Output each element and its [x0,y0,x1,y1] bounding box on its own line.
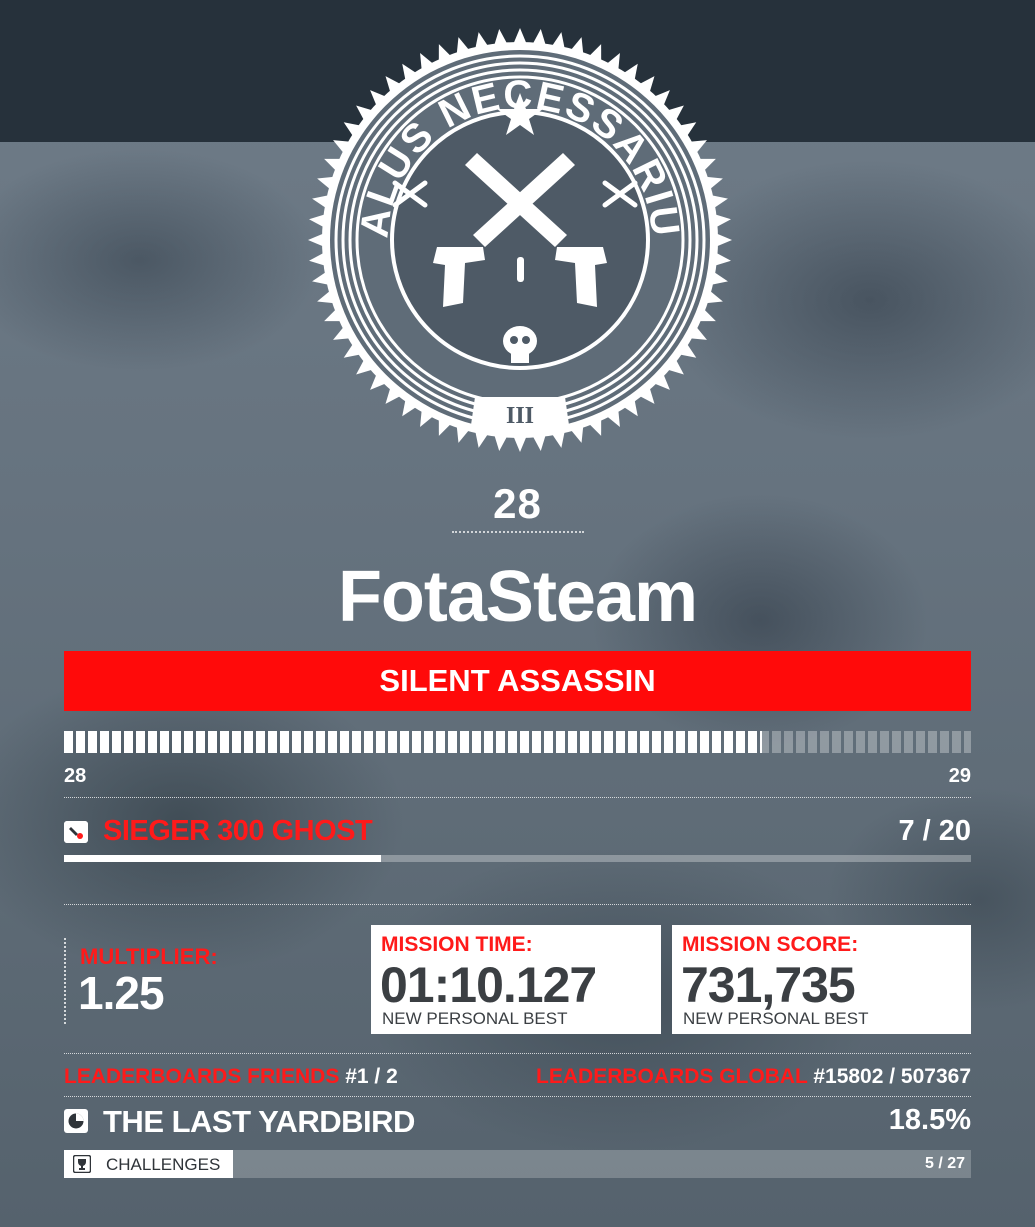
divider [64,797,971,798]
xp-progress-bar [64,731,971,753]
challenges-label: CHALLENGES [106,1155,221,1174]
multiplier-border [64,938,66,1024]
emblem-numeral: III [506,403,534,429]
leaderboard-friends-label: LEADERBOARDS FRIENDS [64,1065,340,1088]
leaderboard-global[interactable]: LEADERBOARDS GLOBAL #15802 / 507367 [536,1065,971,1089]
mission-score-label: MISSION SCORE: [682,933,859,956]
multiplier-value: 1.25 [78,967,165,1019]
unlock-count: 7 / 20 [898,815,971,847]
rating-banner: SILENT ASSASSIN [64,651,971,711]
mission-name: THE LAST YARDBIRD [103,1104,415,1139]
mission-time-box: MISSION TIME: 01:10.127 NEW PERSONAL BES… [371,925,661,1034]
player-level: 28 [493,480,542,527]
malus-necessarium-emblem: MALUS NECESSARIUM III [305,25,732,452]
mission-time-value: 01:10.127 [380,957,597,1013]
challenges-button[interactable]: CHALLENGES [64,1150,233,1178]
mission-time-label: MISSION TIME: [381,933,533,956]
divider [64,1053,971,1054]
mission-score-value: 731,735 [681,957,856,1013]
mission-completion: 18.5% [888,1104,971,1136]
mission-time-note: NEW PERSONAL BEST [382,1009,568,1028]
unlock-progress-bar [64,855,971,862]
unlock-name: SIEGER 300 GHOST [103,815,373,847]
level-underline [452,531,584,533]
xp-next-level: 29 [948,765,971,787]
leaderboard-global-label: LEADERBOARDS GLOBAL [536,1065,808,1088]
pie-chart-icon [64,1109,88,1133]
player-name: FotaSteam [337,557,698,637]
leaderboard-global-value: #15802 / 507367 [813,1065,971,1088]
challenges-count: 5 / 27 [924,1155,965,1172]
divider [64,1096,971,1097]
unlock-progress-fill [64,855,382,862]
mission-score-note: NEW PERSONAL BEST [683,1009,869,1028]
divider [64,904,971,905]
trophy-icon [73,1155,91,1173]
leaderboard-friends[interactable]: LEADERBOARDS FRIENDS #1 / 2 [64,1065,398,1089]
xp-progress-fill [64,731,763,753]
bullet-icon [517,257,524,282]
unlock-icon [64,821,88,843]
xp-current-level: 28 [64,765,87,787]
mission-score-box: MISSION SCORE: 731,735 NEW PERSONAL BEST [672,925,971,1034]
leaderboard-friends-value: #1 / 2 [345,1065,398,1088]
